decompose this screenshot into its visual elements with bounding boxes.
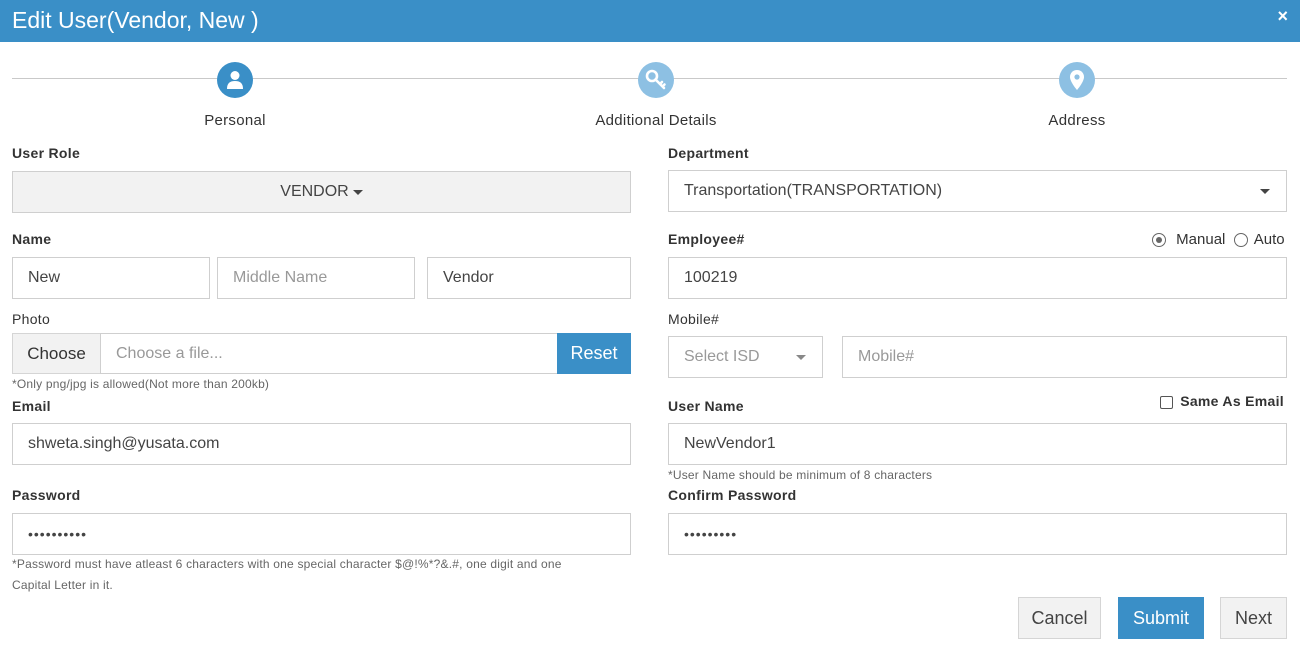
reset-button[interactable]: Reset xyxy=(557,333,631,374)
dialog-title: Edit User(Vendor, New ) xyxy=(12,7,259,33)
file-name-input[interactable]: Choose a file... xyxy=(100,333,558,374)
last-name-input[interactable]: Vendor xyxy=(427,257,631,299)
user-role-label: User Role xyxy=(12,145,81,161)
caret-down-icon xyxy=(352,189,363,195)
name-label: Name xyxy=(12,231,52,247)
mobile-input[interactable]: Mobile# xyxy=(842,336,1287,378)
employee-input[interactable]: 100219 xyxy=(668,257,1287,299)
email-input[interactable]: shweta.singh@yusata.com xyxy=(12,423,631,465)
photo-hint: *Only png/jpg is allowed(Not more than 2… xyxy=(12,377,270,391)
dialog-header: Edit User(Vendor, New ) × xyxy=(0,0,1300,42)
map-marker-icon xyxy=(1059,62,1095,98)
step-label: Address xyxy=(1048,112,1106,129)
choose-file-button[interactable]: Choose xyxy=(12,333,101,374)
password-hint: *Password must have atleast 6 characters… xyxy=(12,554,562,596)
confirm-password-label: Confirm Password xyxy=(668,487,797,503)
same-as-email-checkbox[interactable] xyxy=(1160,395,1173,409)
step-label: Personal xyxy=(204,112,266,129)
cancel-button[interactable]: Cancel xyxy=(1018,597,1101,639)
middle-name-input[interactable]: Middle Name xyxy=(217,257,415,299)
department-value: Transportation(TRANSPORTATION) xyxy=(684,182,943,199)
key-icon xyxy=(638,62,674,98)
username-input[interactable]: NewVendor1 xyxy=(668,423,1287,465)
manual-radio[interactable] xyxy=(1152,233,1166,248)
password-label: Password xyxy=(12,487,81,503)
close-icon[interactable]: × xyxy=(1277,6,1288,27)
department-select[interactable]: Transportation(TRANSPORTATION) xyxy=(668,170,1287,212)
confirm-password-input[interactable]: ••••••••• xyxy=(668,513,1287,555)
next-button[interactable]: Next xyxy=(1220,597,1287,639)
caret-down-icon xyxy=(1260,189,1270,194)
submit-button[interactable]: Submit xyxy=(1118,597,1204,639)
email-label: Email xyxy=(12,398,51,414)
step-personal[interactable]: Personal xyxy=(135,62,335,129)
username-hint: *User Name should be minimum of 8 charac… xyxy=(668,468,933,482)
same-as-email-label: Same As Email xyxy=(1180,393,1284,409)
password-hint-line: Capital Letter in it. xyxy=(12,578,113,592)
step-address[interactable]: Address xyxy=(977,62,1177,129)
manual-radio-label: Manual xyxy=(1176,231,1226,248)
user-icon xyxy=(217,62,253,98)
step-label: Additional Details xyxy=(595,112,717,129)
employee-label: Employee# xyxy=(668,231,745,247)
auto-radio[interactable] xyxy=(1233,233,1248,248)
isd-placeholder: Select ISD xyxy=(684,348,760,365)
auto-radio-label: Auto xyxy=(1253,231,1285,248)
photo-label: Photo xyxy=(12,311,51,327)
username-label: User Name xyxy=(668,398,744,414)
caret-down-icon xyxy=(796,355,806,360)
first-name-input[interactable]: New xyxy=(12,257,210,299)
step-additional-details[interactable]: Additional Details xyxy=(556,62,756,129)
isd-select[interactable]: Select ISD xyxy=(668,336,823,378)
password-input[interactable]: •••••••••• xyxy=(12,513,631,555)
mobile-label: Mobile# xyxy=(668,311,720,327)
user-role-dropdown[interactable]: VENDOR xyxy=(12,171,631,213)
same-as-email-group: Same As Email xyxy=(1160,393,1284,409)
department-label: Department xyxy=(668,145,749,161)
user-role-value: VENDOR xyxy=(280,183,349,200)
employee-mode-group: Manual Auto xyxy=(1152,231,1285,248)
password-hint-line: *Password must have atleast 6 characters… xyxy=(12,557,562,571)
